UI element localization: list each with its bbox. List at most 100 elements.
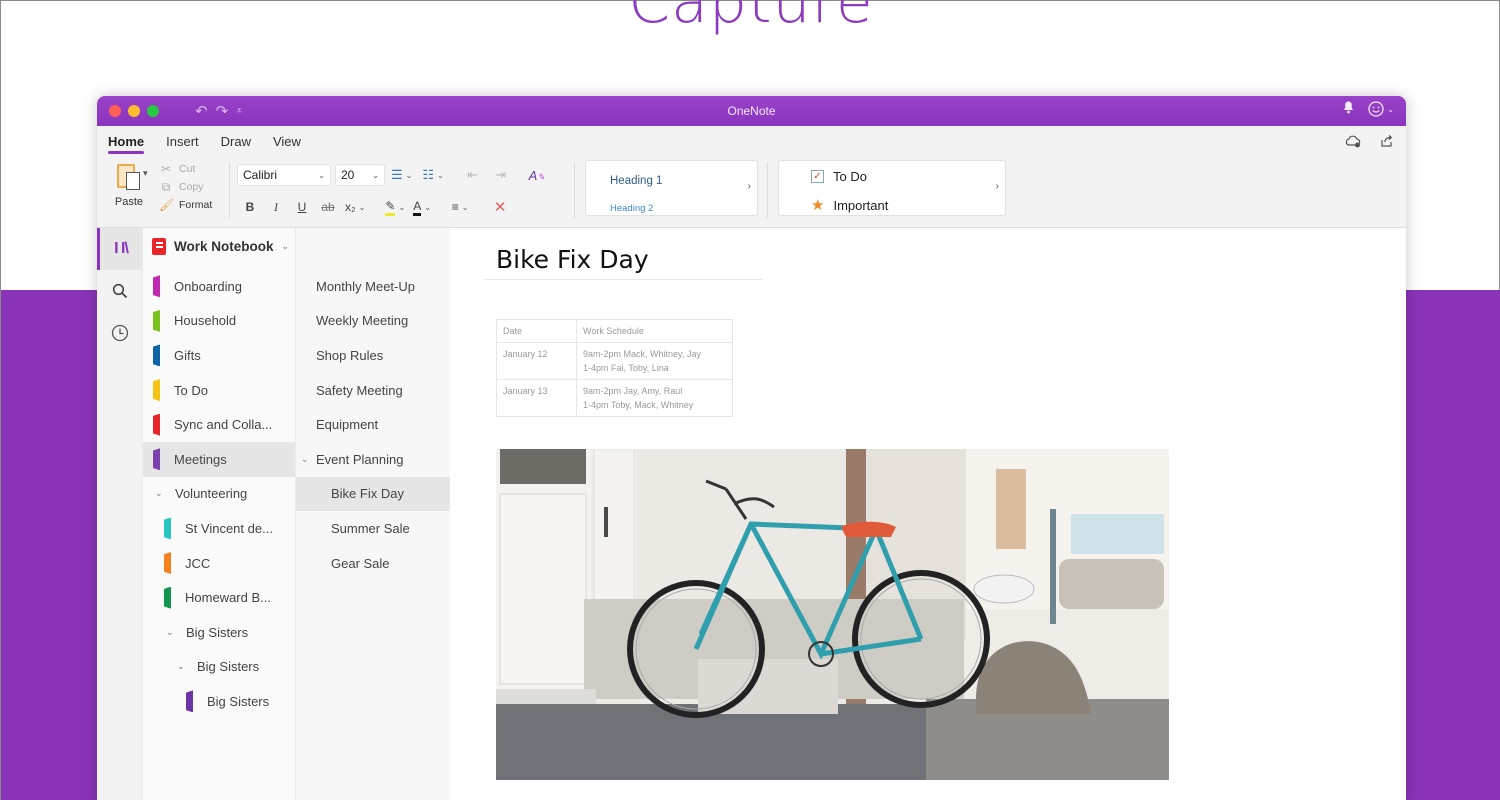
recent-button[interactable] <box>97 312 142 354</box>
section-color-tab-icon <box>164 517 171 540</box>
page-item[interactable]: Shop Rules <box>296 338 450 373</box>
tab-home[interactable]: Home <box>108 134 156 154</box>
tag-todo[interactable]: ✓ To Do <box>811 169 867 184</box>
page-item[interactable]: Weekly Meeting <box>296 304 450 339</box>
tab-view[interactable]: View <box>273 134 313 149</box>
schedule-table[interactable]: Date Work Schedule January 12 9am-2pm Ma… <box>496 319 733 417</box>
align-button[interactable]: ≡ ⌄ <box>451 196 469 218</box>
highlight-button[interactable]: ✎ ⌄ <box>385 196 405 218</box>
notebook-picker[interactable]: Work Notebook ⌄ <box>152 238 289 255</box>
section-item[interactable]: To Do <box>143 373 295 408</box>
page-item[interactable]: Safety Meeting <box>296 373 450 408</box>
page-label: Safety Meeting <box>316 382 403 398</box>
tags-gallery[interactable]: ✓ To Do ★ Important › <box>778 160 1006 216</box>
clear-formatting-button[interactable]: ✕ <box>491 196 509 218</box>
style-heading-1[interactable]: Heading 1 <box>610 175 662 187</box>
page-item[interactable]: ⌄ Event Planning <box>296 442 450 477</box>
notebooks-icon: I I\ <box>114 240 129 257</box>
copy-button[interactable]: ⧉ Copy <box>159 178 212 196</box>
customize-icon[interactable]: ⩡ <box>236 102 242 120</box>
style-heading-2[interactable]: Heading 2 <box>610 203 653 214</box>
decrease-indent-icon: ⇤ <box>467 167 479 182</box>
section-item[interactable]: Big Sisters <box>143 684 295 719</box>
page-label: Gear Sale <box>331 555 390 571</box>
tag-important-label: Important <box>833 197 889 213</box>
chevron-down-icon[interactable]: ⌄ <box>166 627 178 638</box>
section-item[interactable]: St Vincent de... <box>143 511 295 546</box>
undo-icon[interactable]: ↶ <box>195 102 208 120</box>
minimize-window-button[interactable] <box>128 105 140 117</box>
section-item[interactable]: Household <box>143 304 295 339</box>
chevron-right-icon[interactable]: › <box>748 181 751 192</box>
cut-button[interactable]: ✂ Cut <box>159 160 212 178</box>
font-family-dropdown[interactable]: Calibri ⌄ <box>237 164 331 186</box>
page-item[interactable]: Gear Sale <box>296 546 450 581</box>
underline-button[interactable]: U <box>293 196 311 218</box>
redo-icon[interactable]: ↷ <box>216 102 229 120</box>
section-item[interactable]: JCC <box>143 546 295 581</box>
section-item[interactable]: Gifts <box>143 338 295 373</box>
styles-pane-button[interactable]: A✎ <box>528 164 546 186</box>
section-group[interactable]: ⌄ Big Sisters <box>143 650 295 685</box>
section-color-tab-icon <box>153 275 160 298</box>
section-label: Big Sisters <box>207 693 270 709</box>
section-group[interactable]: ⌄ Volunteering <box>143 477 295 512</box>
section-item[interactable]: Sync and Colla... <box>143 407 295 442</box>
titlebar-actions: ⌄ <box>1343 101 1394 117</box>
tab-insert[interactable]: Insert <box>166 134 211 149</box>
close-window-button[interactable] <box>109 105 121 117</box>
chevron-down-icon[interactable]: ⌄ <box>177 661 189 672</box>
table-cell-date[interactable]: January 12 <box>496 342 577 380</box>
bicycle-photo[interactable] <box>496 449 1169 780</box>
table-cell-schedule[interactable]: 9am-2pm Mack, Whitney, Jay 1-4pm Fai, Tob… <box>576 342 733 380</box>
section-label: Big Sisters <box>197 659 260 675</box>
tag-important[interactable]: ★ Important <box>811 196 888 214</box>
notebooks-button[interactable]: I I\ <box>97 228 142 270</box>
page-item[interactable]: Bike Fix Day <box>296 476 450 512</box>
share-icon[interactable] <box>1380 134 1394 151</box>
feedback-smiley-icon[interactable]: ⌄ <box>1368 101 1394 117</box>
paste-options-chevron-icon[interactable]: ▾ <box>143 168 148 179</box>
bicycle-photo-illustration <box>496 449 1169 780</box>
chevron-right-icon[interactable]: › <box>996 181 999 192</box>
section-item[interactable]: Onboarding <box>143 269 295 304</box>
table-cell-date[interactable]: January 13 <box>496 379 577 417</box>
strikethrough-button[interactable]: ab <box>319 196 337 218</box>
page-title[interactable]: Bike Fix Day <box>496 245 649 274</box>
page-canvas[interactable]: Bike Fix Day Date Work Schedule January … <box>450 228 1406 800</box>
table-header[interactable]: Date <box>496 319 577 343</box>
bell-icon[interactable] <box>1343 101 1354 117</box>
styles-gallery[interactable]: Heading 1 Heading 2 › <box>585 160 758 216</box>
recent-clock-icon <box>111 324 128 342</box>
decrease-indent-button[interactable]: ⇤ <box>464 164 482 186</box>
highlighter-icon: ✎ <box>385 199 396 216</box>
divider <box>574 162 575 218</box>
bullet-list-button[interactable]: ☰ ⌄ <box>391 164 412 186</box>
section-group[interactable]: ⌄ Big Sisters <box>143 615 295 650</box>
sections-pane: Onboarding Household Gifts To Do Sync and Co… <box>142 228 295 800</box>
font-size-dropdown[interactable]: 20 ⌄ <box>335 164 385 186</box>
font-color-button[interactable]: A ⌄ <box>413 196 431 218</box>
subscript-button[interactable]: x₂ ⌄ <box>345 196 365 218</box>
section-item[interactable]: Homeward B... <box>143 580 295 615</box>
sync-cloud-icon[interactable] <box>1344 134 1362 151</box>
tab-draw[interactable]: Draw <box>221 134 263 149</box>
page-item[interactable]: Summer Sale <box>296 511 450 546</box>
font-row: Calibri ⌄ 20 ⌄ ☰ ⌄ ☷ ⌄ ⇤ ⇥ A✎ <box>237 164 546 186</box>
chevron-down-icon[interactable]: ⌄ <box>301 454 316 465</box>
increase-indent-button[interactable]: ⇥ <box>492 164 510 186</box>
section-label: Homeward B... <box>185 590 271 606</box>
table-header[interactable]: Work Schedule <box>576 319 733 343</box>
section-item[interactable]: Meetings <box>143 441 295 477</box>
chevron-down-icon[interactable]: ⌄ <box>155 488 167 499</box>
zoom-window-button[interactable] <box>147 105 159 117</box>
numbered-list-button[interactable]: ☷ ⌄ <box>422 164 443 186</box>
table-cell-schedule[interactable]: 9am-2pm Jay, Amy, Raul 1-4pm Toby, Mack, … <box>576 379 733 417</box>
format-painter-button[interactable]: 🖌 Format <box>159 196 212 214</box>
bold-button[interactable]: B <box>241 196 259 218</box>
page-item[interactable]: Monthly Meet-Up <box>296 269 450 304</box>
search-button[interactable] <box>97 270 142 312</box>
page-item[interactable]: Equipment <box>296 407 450 442</box>
chevron-down-icon: ⌄ <box>318 170 325 180</box>
italic-button[interactable]: I <box>267 196 285 218</box>
